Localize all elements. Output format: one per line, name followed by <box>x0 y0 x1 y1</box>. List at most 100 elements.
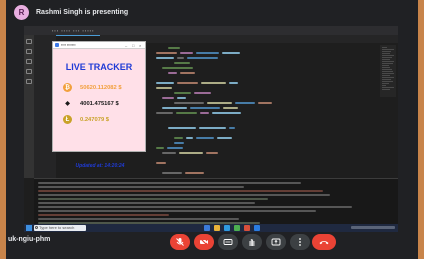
minimap-line <box>382 59 390 60</box>
editor-menu: ▪▪▪ ▪▪▪▪ ▪▪▪ ▪▪▪▪▪ <box>52 28 95 33</box>
minimap-line <box>382 51 391 52</box>
taskbar-search[interactable]: Type here to search <box>34 225 86 231</box>
code-line <box>201 82 226 84</box>
minimap-line <box>382 63 393 64</box>
code-line <box>168 47 180 49</box>
minimap-line <box>382 47 387 48</box>
start-button[interactable] <box>26 225 32 231</box>
editor-minimap[interactable] <box>380 45 396 97</box>
minimap-line <box>382 53 390 54</box>
code-line <box>162 67 193 69</box>
terminal-line <box>38 186 244 188</box>
minimap-line <box>382 61 394 62</box>
taskbar-app-icon[interactable] <box>234 225 240 231</box>
end-call-button[interactable] <box>312 234 336 250</box>
code-line <box>229 82 238 84</box>
code-line <box>222 52 240 54</box>
minimap-line <box>382 79 391 80</box>
extensions-icon[interactable] <box>26 79 32 84</box>
code-line <box>156 57 174 59</box>
code-line <box>167 147 183 149</box>
meeting-code: uk-ngiu-phm <box>8 236 51 243</box>
code-line <box>162 152 176 154</box>
minimap-line <box>382 87 394 88</box>
taskbar-app-icon[interactable] <box>244 225 250 231</box>
terminal-line <box>38 218 239 220</box>
code-line <box>199 127 226 129</box>
code-line <box>185 172 204 174</box>
terminal-line <box>38 194 330 196</box>
code-line <box>177 82 198 84</box>
litecoin-price: 0.247079 $ <box>80 116 110 123</box>
tracker-titlebar: ▪▪▪▪ ▪▪▪▪▪▪▪ – □ × <box>53 42 145 49</box>
presenter-label: Rashmi Singh is presenting <box>36 8 129 16</box>
maximize-icon[interactable]: □ <box>132 42 134 49</box>
more-options-icon <box>299 238 301 246</box>
code-line <box>223 107 238 109</box>
presenter-avatar: R <box>14 4 29 20</box>
bitcoin-icon: ₿ <box>63 83 72 92</box>
minimap-line <box>382 65 389 66</box>
mic-toggle-button[interactable] <box>170 234 190 250</box>
run-icon[interactable] <box>26 69 32 74</box>
minimap-line <box>382 71 393 72</box>
code-line <box>179 152 203 154</box>
tracker-heading: LIVE TRACKER <box>65 62 133 72</box>
presenter-bar: R Rashmi Singh is presenting <box>6 0 418 24</box>
code-line <box>217 137 232 139</box>
minimap-line <box>382 69 392 70</box>
code-line <box>162 172 182 174</box>
terminal-line <box>38 210 316 212</box>
code-line <box>168 72 177 74</box>
present-button[interactable] <box>266 234 286 250</box>
code-line <box>156 87 172 89</box>
code-line <box>190 107 220 109</box>
taskbar-app-icon[interactable] <box>224 225 230 231</box>
code-line <box>156 112 173 114</box>
captions-button[interactable] <box>218 234 238 250</box>
code-line <box>180 52 193 54</box>
taskbar-app-icon[interactable] <box>254 225 260 231</box>
windows-taskbar: Type here to search <box>24 224 398 232</box>
raise-hand-button[interactable] <box>242 234 262 250</box>
code-line <box>174 62 190 64</box>
minimize-icon[interactable]: – <box>125 42 127 49</box>
code-line <box>258 102 272 104</box>
code-line <box>200 112 209 114</box>
more-options-button[interactable] <box>290 234 310 250</box>
ethereum-price: 4001.475167 $ <box>80 100 119 107</box>
minimap-line <box>382 49 394 50</box>
minimap-line <box>382 67 390 68</box>
captions-icon <box>223 239 233 245</box>
present-screen-icon <box>271 238 281 246</box>
terminal-panel[interactable] <box>34 178 398 224</box>
close-icon[interactable]: × <box>139 42 141 49</box>
code-line <box>206 152 218 154</box>
camera-toggle-button[interactable] <box>194 234 214 250</box>
taskbar-app-icon[interactable] <box>214 225 220 231</box>
search-icon[interactable] <box>26 49 32 54</box>
code-line <box>186 137 193 139</box>
code-line <box>187 57 218 59</box>
code-line <box>235 102 255 104</box>
source-control-icon[interactable] <box>26 59 32 64</box>
minimap-line <box>382 89 390 90</box>
camera-off-icon <box>200 238 208 246</box>
shared-screen: ▪▪▪ ▪▪▪▪ ▪▪▪ ▪▪▪▪▪ Type here to search ▪… <box>24 26 398 232</box>
app-icon <box>55 43 59 47</box>
mic-off-icon <box>176 238 184 246</box>
raise-hand-icon <box>249 239 255 246</box>
code-line <box>177 57 184 59</box>
code-line <box>156 82 174 84</box>
files-icon[interactable] <box>26 39 32 44</box>
code-line <box>180 72 195 74</box>
minimap-line <box>382 77 394 78</box>
code-line <box>162 97 174 99</box>
ethereum-icon: ◆ <box>65 101 70 107</box>
code-line <box>174 142 184 144</box>
code-line <box>207 102 232 104</box>
taskbar-app-icon[interactable] <box>204 225 210 231</box>
code-line <box>162 107 187 109</box>
code-line <box>156 52 177 54</box>
system-tray[interactable] <box>351 226 395 229</box>
